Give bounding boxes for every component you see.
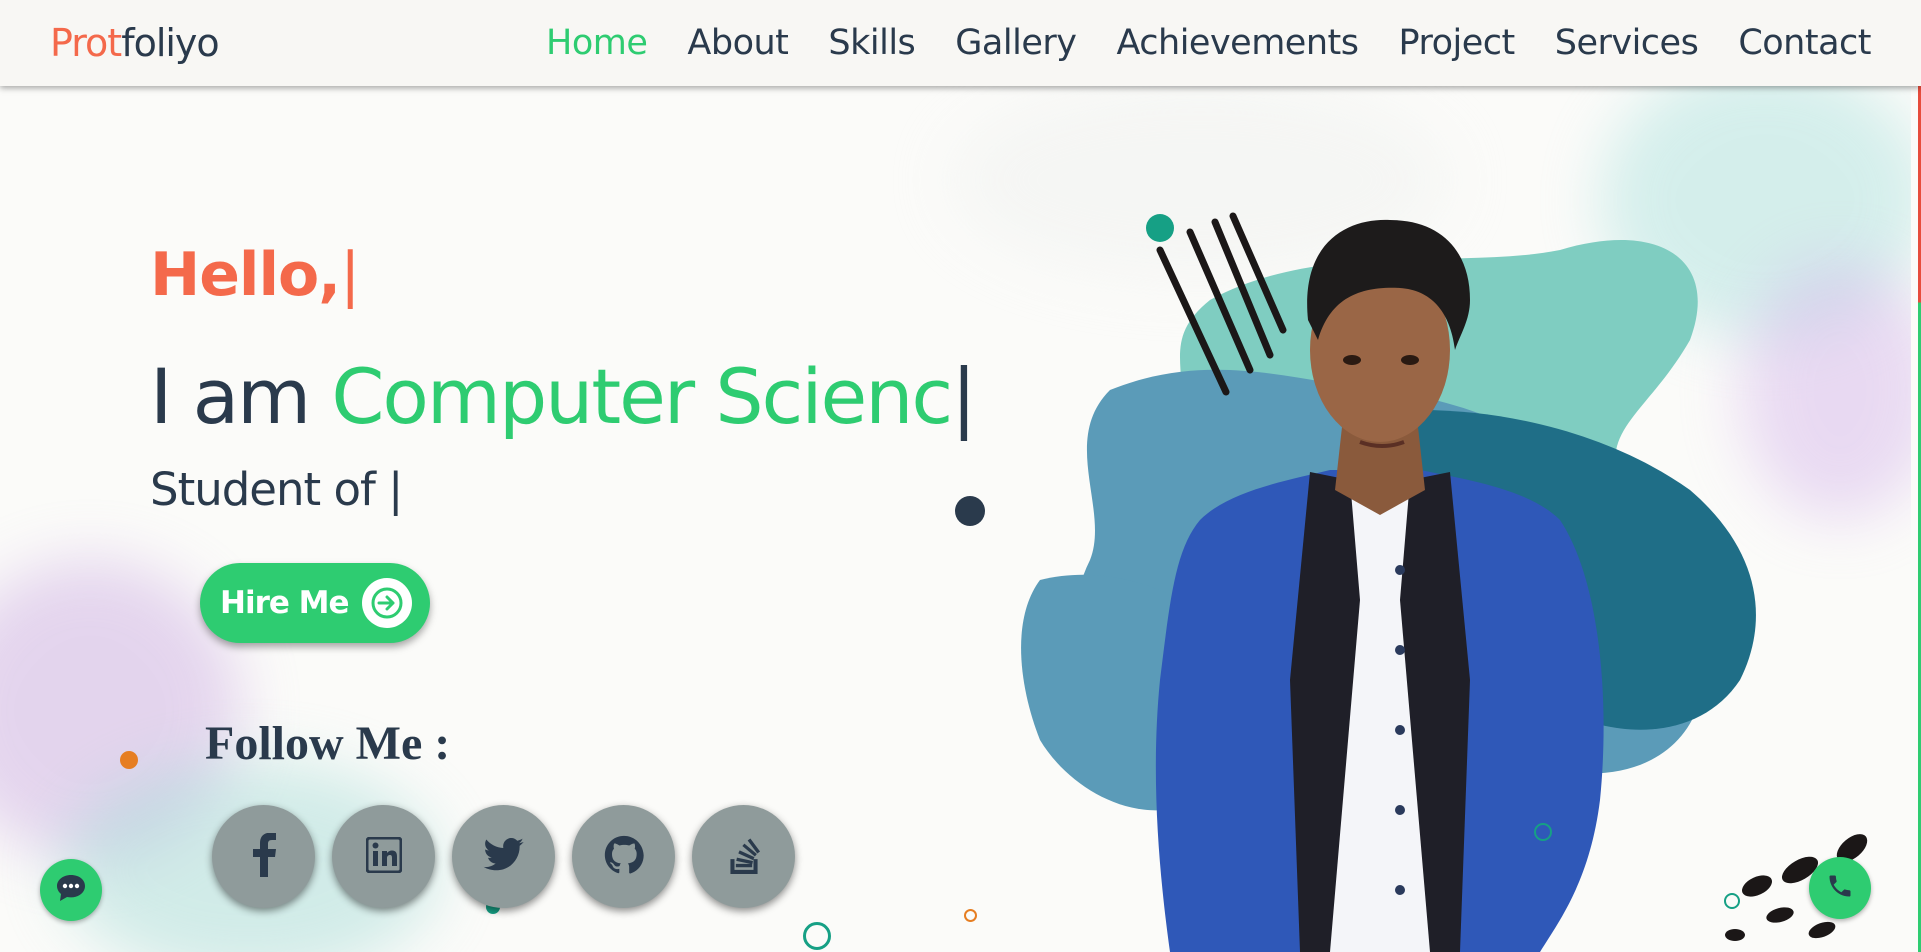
decor-dot-teal	[1146, 214, 1174, 242]
nav-achievements[interactable]: Achievements	[1116, 23, 1359, 63]
nav-skills[interactable]: Skills	[828, 23, 915, 63]
decor-dot-orange	[120, 751, 138, 769]
facebook-link[interactable]	[212, 805, 315, 908]
typed-role: Computer Scienc	[331, 352, 953, 441]
facebook-icon	[249, 832, 279, 881]
arrow-right-circle-icon	[362, 578, 412, 628]
phone-icon	[1826, 872, 1854, 904]
student-of-line: Student of |	[150, 463, 403, 516]
twitter-link[interactable]	[452, 805, 555, 908]
decor-ring-teal-right	[1534, 823, 1552, 841]
linkedin-icon	[365, 836, 402, 877]
scroll-indicator	[1911, 86, 1921, 952]
main-nav: Home About Skills Gallery Achievements P…	[546, 23, 1871, 63]
chat-bubble-icon	[55, 873, 87, 907]
site-logo[interactable]: Protfoliyo	[50, 21, 220, 65]
nav-project[interactable]: Project	[1398, 23, 1515, 63]
nav-gallery[interactable]: Gallery	[955, 23, 1077, 63]
nav-home[interactable]: Home	[546, 23, 648, 63]
hire-me-button[interactable]: Hire Me	[200, 563, 430, 643]
logo-prefix: Prot	[50, 21, 122, 65]
stackoverflow-link[interactable]	[692, 805, 795, 908]
profile-portrait-illustration	[1021, 212, 1868, 952]
greeting-text: Hello,|	[150, 240, 360, 310]
decor-ring-teal-right2	[1724, 893, 1740, 909]
logo-suffix: foliyo	[121, 21, 219, 65]
stackoverflow-icon	[727, 836, 761, 878]
hero-intro: Hello,| I am Computer Scienc| Student of…	[150, 240, 977, 516]
github-icon	[604, 835, 644, 879]
nav-about[interactable]: About	[687, 23, 788, 63]
hire-me-label: Hire Me	[220, 585, 350, 621]
nav-services[interactable]: Services	[1555, 23, 1699, 63]
chat-button[interactable]	[40, 859, 102, 921]
call-button[interactable]	[1809, 857, 1871, 919]
social-links	[212, 805, 795, 908]
linkedin-link[interactable]	[332, 805, 435, 908]
top-navbar: Protfoliyo Home About Skills Gallery Ach…	[0, 0, 1921, 86]
follow-me-title: Follow Me :	[205, 717, 451, 770]
nav-contact[interactable]: Contact	[1738, 23, 1871, 63]
github-link[interactable]	[572, 805, 675, 908]
decor-ring-teal	[803, 922, 831, 950]
decor-ring-orange	[964, 909, 977, 922]
twitter-icon	[483, 837, 525, 876]
typed-role-line: I am Computer Scienc|	[150, 352, 977, 441]
